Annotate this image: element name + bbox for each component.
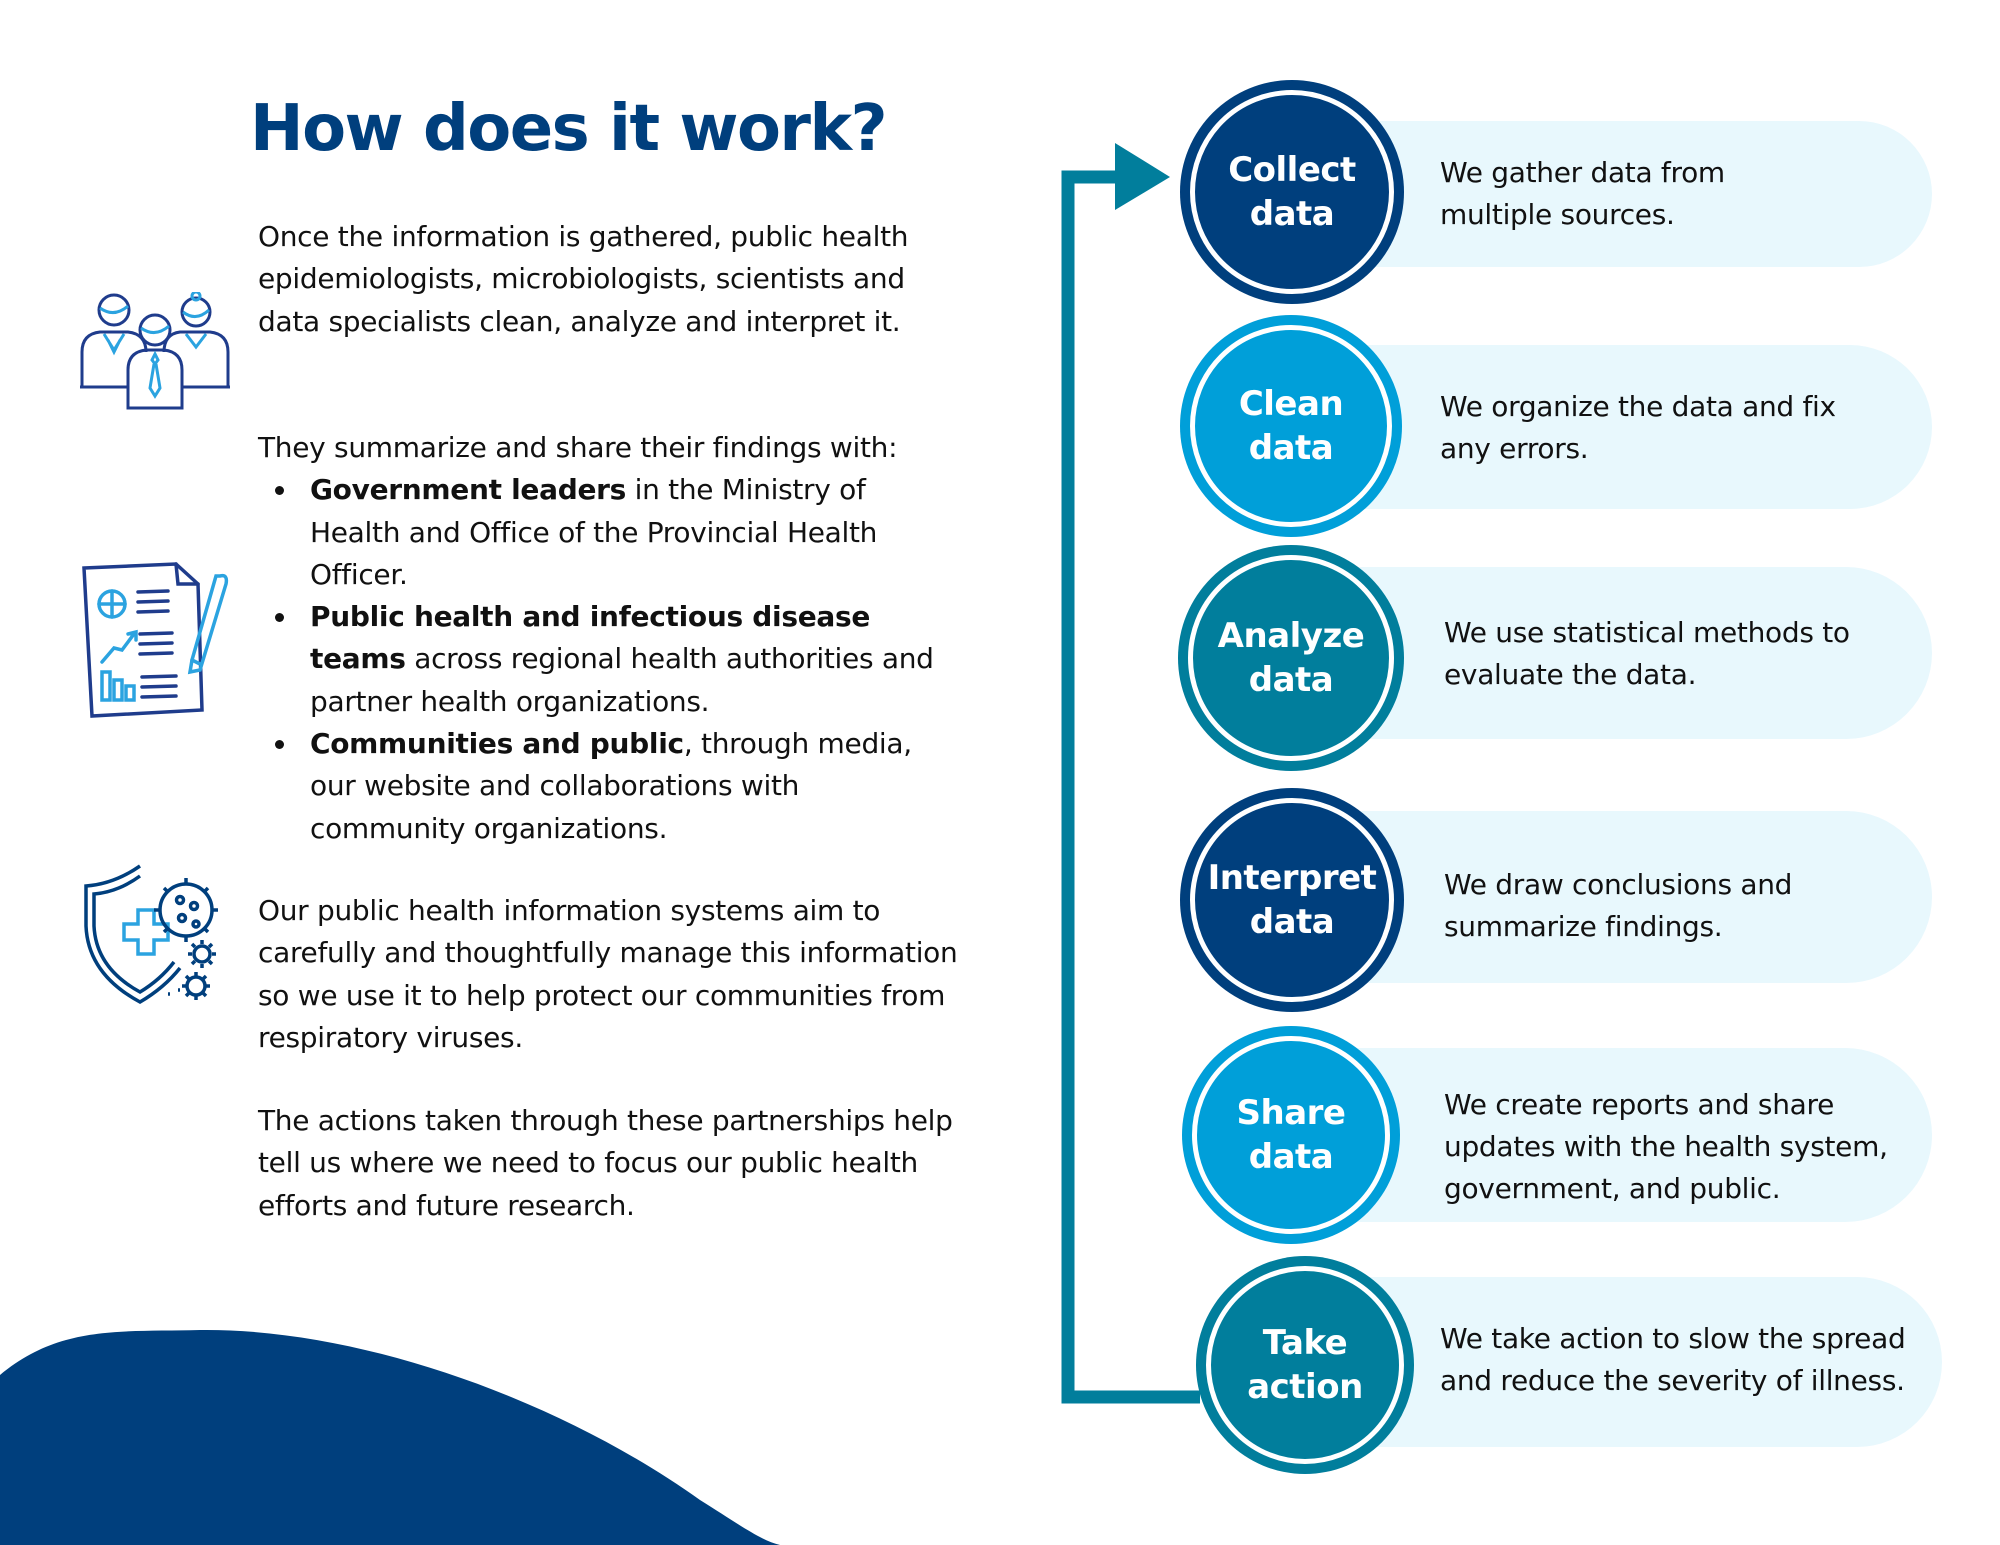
step-title: Share [1236,1093,1346,1133]
step-description: We gather data from multiple sources. [1440,156,1725,231]
step-subtitle: data [1248,1137,1334,1177]
step-subtitle: data [1249,902,1335,942]
step-interpret-data: Interpret data [1180,788,1404,1012]
step-subtitle: data [1248,660,1334,700]
step-title: Collect [1228,150,1356,190]
step-clean-data: Clean data [1180,315,1402,537]
arrowhead-icon [1115,143,1170,210]
step-collect-data: Collect data [1180,80,1404,304]
step-description: We create reports and share updates with… [1444,1088,1888,1205]
step-subtitle: action [1247,1367,1363,1407]
step-title: Take [1262,1323,1348,1363]
step-share-data: Share data [1182,1026,1400,1244]
step-title: Clean [1238,384,1344,424]
step-description: We use statistical methods to evaluate t… [1444,616,1850,691]
step-title: Analyze [1217,616,1365,656]
step-description: We take action to slow the spread and re… [1440,1322,1906,1397]
step-take-action: Take action [1196,1256,1414,1474]
step-description: We draw conclusions and summarize findin… [1444,868,1793,943]
step-description: We organize the data and fix any errors. [1440,390,1836,465]
step-title: Interpret [1207,858,1377,898]
step-subtitle: data [1249,194,1335,234]
step-analyze-data: Analyze data [1178,545,1404,771]
step-subtitle: data [1248,428,1334,468]
